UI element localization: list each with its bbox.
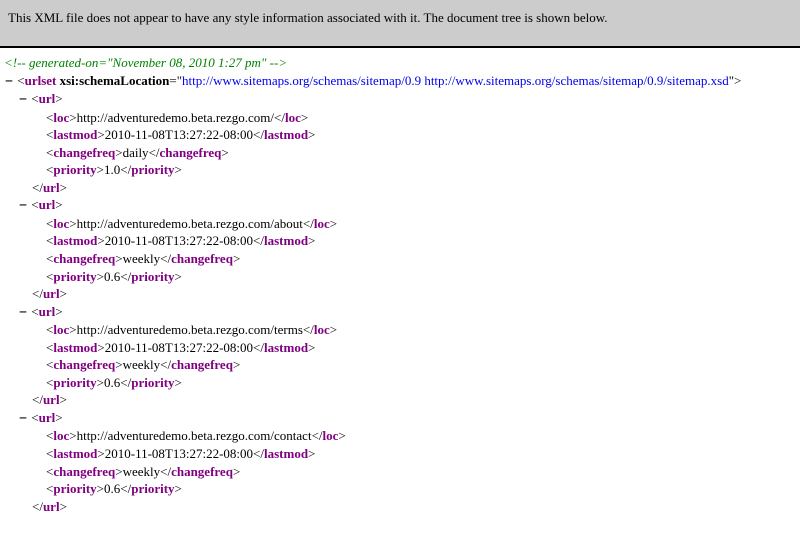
url-open: − <url> (4, 196, 796, 215)
no-style-banner: This XML file does not appear to have an… (0, 0, 800, 48)
attr-name: xsi:schemaLocation (60, 73, 170, 88)
tag-lastmod: lastmod (53, 127, 97, 142)
url-entry: − <url><loc>http://adventuredemo.beta.re… (4, 303, 796, 409)
changefreq-value: weekly (123, 357, 161, 372)
priority-line: <priority>1.0</priority> (4, 161, 796, 179)
banner-text: This XML file does not appear to have an… (8, 10, 608, 25)
toggle-icon[interactable]: − (18, 91, 28, 109)
url-close: </url> (4, 498, 796, 516)
tag-loc: loc (53, 110, 69, 125)
lastmod-line: <lastmod>2010-11-08T13:27:22-08:00</last… (4, 445, 796, 463)
tag-url: url (39, 197, 56, 212)
tag-changefreq: changefreq (53, 251, 115, 266)
loc-value: http://adventuredemo.beta.rezgo.com/term… (77, 322, 303, 337)
tag-changefreq: changefreq (53, 464, 115, 479)
tag-loc: loc (53, 428, 69, 443)
priority-line: <priority>0.6</priority> (4, 268, 796, 286)
changefreq-value: weekly (123, 464, 161, 479)
lastmod-line: <lastmod>2010-11-08T13:27:22-08:00</last… (4, 232, 796, 250)
tag-urlset: urlset (25, 73, 57, 88)
xml-comment: <!-- generated-on="November 08, 2010 1:2… (4, 54, 796, 72)
url-close: </url> (4, 179, 796, 197)
tag-url: url (39, 91, 56, 106)
tag-loc: loc (53, 322, 69, 337)
priority-line: <priority>0.6</priority> (4, 374, 796, 392)
toggle-icon[interactable]: − (4, 73, 14, 91)
tag-lastmod: lastmod (53, 446, 97, 461)
loc-line: <loc>http://adventuredemo.beta.rezgo.com… (4, 109, 796, 127)
attr-value: http://www.sitemaps.org/schemas/sitemap/… (182, 73, 729, 88)
toggle-icon[interactable]: − (18, 410, 28, 428)
lastmod-line: <lastmod>2010-11-08T13:27:22-08:00</last… (4, 126, 796, 144)
tag-lastmod: lastmod (53, 340, 97, 355)
url-open: − <url> (4, 90, 796, 109)
loc-value: http://adventuredemo.beta.rezgo.com/abou… (77, 216, 303, 231)
lastmod-line: <lastmod>2010-11-08T13:27:22-08:00</last… (4, 339, 796, 357)
priority-value: 0.6 (104, 375, 120, 390)
tag-priority: priority (53, 162, 96, 177)
lastmod-value: 2010-11-08T13:27:22-08:00 (105, 233, 253, 248)
tag-changefreq: changefreq (53, 357, 115, 372)
changefreq-line: <changefreq>daily</changefreq> (4, 144, 796, 162)
url-close: </url> (4, 391, 796, 409)
tag-lastmod: lastmod (53, 233, 97, 248)
priority-value: 0.6 (104, 269, 120, 284)
lastmod-value: 2010-11-08T13:27:22-08:00 (105, 127, 253, 142)
changefreq-value: weekly (123, 251, 161, 266)
url-close: </url> (4, 285, 796, 303)
lastmod-value: 2010-11-08T13:27:22-08:00 (105, 340, 253, 355)
url-open: − <url> (4, 409, 796, 428)
comment-text: <!-- generated-on="November 08, 2010 1:2… (4, 55, 287, 70)
priority-value: 0.6 (104, 481, 120, 496)
url-entries: − <url><loc>http://adventuredemo.beta.re… (4, 90, 796, 515)
tag-loc: loc (53, 216, 69, 231)
loc-value: http://adventuredemo.beta.rezgo.com/ (77, 110, 274, 125)
priority-line: <priority>0.6</priority> (4, 480, 796, 498)
urlset-open: − <urlset xsi:schemaLocation="http://www… (4, 72, 796, 91)
toggle-icon[interactable]: − (18, 304, 28, 322)
url-open: − <url> (4, 303, 796, 322)
url-entry: − <url><loc>http://adventuredemo.beta.re… (4, 409, 796, 515)
tag-priority: priority (53, 375, 96, 390)
priority-value: 1.0 (104, 162, 120, 177)
tag-priority: priority (53, 481, 96, 496)
toggle-icon[interactable]: − (18, 197, 28, 215)
lastmod-value: 2010-11-08T13:27:22-08:00 (105, 446, 253, 461)
xml-tree: <!-- generated-on="November 08, 2010 1:2… (0, 48, 800, 521)
changefreq-line: <changefreq>weekly</changefreq> (4, 356, 796, 374)
loc-value: http://adventuredemo.beta.rezgo.com/cont… (77, 428, 312, 443)
loc-line: <loc>http://adventuredemo.beta.rezgo.com… (4, 215, 796, 233)
loc-line: <loc>http://adventuredemo.beta.rezgo.com… (4, 321, 796, 339)
changefreq-line: <changefreq>weekly</changefreq> (4, 250, 796, 268)
changefreq-value: daily (123, 145, 149, 160)
url-entry: − <url><loc>http://adventuredemo.beta.re… (4, 196, 796, 302)
tag-priority: priority (53, 269, 96, 284)
loc-line: <loc>http://adventuredemo.beta.rezgo.com… (4, 427, 796, 445)
tag-changefreq: changefreq (53, 145, 115, 160)
tag-url: url (39, 410, 56, 425)
changefreq-line: <changefreq>weekly</changefreq> (4, 463, 796, 481)
url-entry: − <url><loc>http://adventuredemo.beta.re… (4, 90, 796, 196)
tag-url: url (39, 304, 56, 319)
